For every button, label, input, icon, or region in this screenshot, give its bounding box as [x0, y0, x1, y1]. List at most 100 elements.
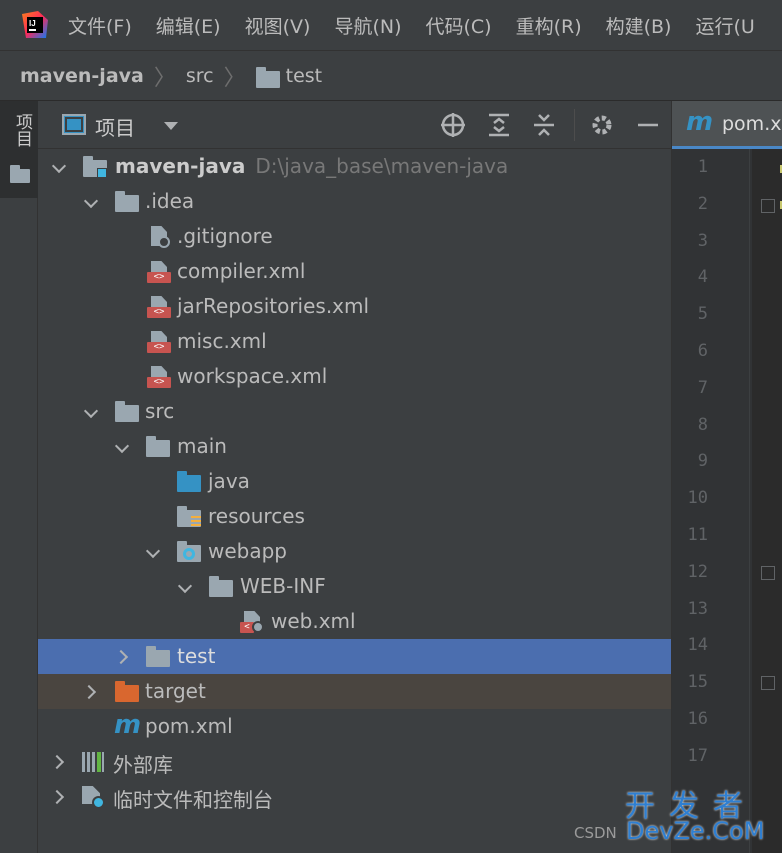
- tree-node-maven-java[interactable]: maven-java D:\java_base\maven-java: [38, 149, 671, 184]
- menu-edit[interactable]: 编辑(E): [156, 12, 221, 39]
- folder-icon: [115, 191, 139, 213]
- tree-node-web-inf[interactable]: WEB-INF: [38, 569, 671, 604]
- folder-icon: [209, 576, 233, 598]
- folder-icon: [146, 646, 170, 668]
- tree-node-src[interactable]: src: [38, 394, 671, 429]
- watermark-en: DevZe.CoM: [626, 817, 765, 845]
- locate-icon[interactable]: [439, 111, 467, 139]
- tree-label-test: test: [177, 644, 216, 668]
- chevron-down-icon[interactable]: [53, 160, 67, 174]
- folder-icon: [255, 67, 280, 88]
- chevron-down-icon[interactable]: [164, 122, 178, 130]
- tree-node-scratches[interactable]: 临时文件和控制台: [38, 779, 671, 814]
- line-number: 8: [697, 414, 708, 435]
- menu-run[interactable]: 运行(U: [695, 12, 754, 39]
- left-tool-stripe: 项目: [0, 101, 38, 853]
- chevron-right-icon[interactable]: [116, 650, 130, 664]
- chevron-down-icon[interactable]: [116, 440, 130, 454]
- project-panel-title[interactable]: 项目: [95, 112, 135, 141]
- chevron-down-icon[interactable]: [179, 580, 193, 594]
- line-number: 5: [697, 304, 708, 325]
- module-folder-icon: [83, 156, 107, 178]
- hide-minus-icon[interactable]: [634, 111, 662, 139]
- tree-node-pom-xml[interactable]: m pom.xml: [38, 709, 671, 744]
- tree-node-target[interactable]: target: [38, 674, 671, 709]
- library-icon: [80, 751, 104, 773]
- tree-node-misc-xml[interactable]: <> misc.xml: [38, 324, 671, 359]
- fold-marker-icon[interactable]: [761, 199, 775, 213]
- gitignore-file-icon: [147, 226, 171, 248]
- fold-marker-icon[interactable]: [761, 676, 775, 690]
- tree-label-main: main: [177, 434, 227, 458]
- tree-label-web-xml: web.xml: [271, 609, 356, 633]
- breadcrumb: maven-java 〉 src 〉 test: [0, 50, 782, 100]
- tree-label-misc-xml: misc.xml: [177, 329, 267, 353]
- line-number: 10: [687, 488, 708, 509]
- tree-node-compiler-xml[interactable]: <> compiler.xml: [38, 254, 671, 289]
- tree-label-src: src: [145, 399, 175, 423]
- tree-node-gitignore[interactable]: .gitignore: [38, 219, 671, 254]
- chevron-down-icon[interactable]: [147, 545, 161, 559]
- expand-all-icon[interactable]: [485, 111, 513, 139]
- folder-icon: [115, 401, 139, 423]
- menu-file[interactable]: 文件(F): [68, 12, 132, 39]
- line-number: 12: [687, 561, 708, 582]
- watermark-csdn: CSDN: [574, 824, 617, 842]
- tree-label-external-libraries: 外部库: [113, 753, 173, 777]
- menu-refactor[interactable]: 重构(R): [516, 12, 582, 39]
- tree-node-main[interactable]: main: [38, 429, 671, 464]
- tree-label-gitignore: .gitignore: [177, 224, 273, 248]
- tree-node-webapp[interactable]: webapp: [38, 534, 671, 569]
- intellij-logo-icon[interactable]: IJ: [20, 10, 50, 40]
- fold-marker-icon[interactable]: [761, 566, 775, 580]
- line-number: 2: [697, 193, 708, 214]
- breadcrumb-src[interactable]: src: [186, 65, 214, 87]
- line-number: 3: [697, 230, 708, 251]
- tree-label-target: target: [145, 679, 206, 703]
- line-number: 6: [697, 341, 708, 361]
- tree-label-webapp: webapp: [208, 539, 288, 563]
- maven-file-icon: m: [114, 710, 142, 740]
- line-number: 7: [697, 377, 708, 398]
- collapse-all-icon[interactable]: [530, 111, 558, 139]
- tree-node-web-xml[interactable]: < web.xml: [38, 604, 671, 639]
- tree-node-idea[interactable]: .idea: [38, 184, 671, 219]
- menu-code[interactable]: 代码(C): [425, 12, 491, 39]
- menu-build[interactable]: 构建(B): [606, 12, 672, 39]
- line-number: 16: [687, 709, 708, 729]
- tree-label-idea: .idea: [145, 189, 195, 213]
- line-number: 4: [697, 267, 708, 288]
- chevron-right-icon[interactable]: [52, 755, 66, 769]
- tree-node-jarrepositories-xml[interactable]: <> jarRepositories.xml: [38, 289, 671, 324]
- tree-node-test[interactable]: test: [38, 639, 671, 674]
- tree-node-java[interactable]: java: [38, 464, 671, 499]
- project-panel: 项目 maven-java D:\java_base\maven-java .i…: [38, 101, 671, 853]
- root-name: maven-java: [115, 154, 246, 178]
- tree-node-resources[interactable]: resources: [38, 499, 671, 534]
- header-divider: [574, 109, 575, 141]
- menu-view[interactable]: 视图(V): [245, 12, 311, 39]
- chevron-right-icon[interactable]: [52, 790, 66, 804]
- chevron-right-icon[interactable]: [84, 685, 98, 699]
- line-number: 9: [697, 451, 708, 472]
- chevron-down-icon[interactable]: [85, 405, 99, 419]
- xml-file-icon: <>: [147, 296, 171, 318]
- menu-navigate[interactable]: 导航(N): [334, 12, 401, 39]
- project-panel-header: 项目: [38, 101, 671, 149]
- chevron-down-icon[interactable]: [85, 195, 99, 209]
- tree-node-workspace-xml[interactable]: <> workspace.xml: [38, 359, 671, 394]
- settings-gear-icon[interactable]: [588, 111, 616, 139]
- folder-icon: [10, 165, 30, 183]
- web-folder-icon: [177, 541, 201, 563]
- breadcrumb-project[interactable]: maven-java: [20, 65, 144, 87]
- editor-tab-pom-xml[interactable]: m pom.x: [672, 101, 782, 149]
- breadcrumb-test[interactable]: test: [286, 65, 323, 87]
- web-xml-file-icon: <: [240, 611, 264, 633]
- line-number: 15: [687, 672, 708, 693]
- tree-label-pom-xml: pom.xml: [145, 714, 233, 738]
- excluded-folder-icon: [115, 681, 139, 703]
- project-tool-tab[interactable]: 项目: [0, 101, 38, 198]
- gutter-divider: [749, 149, 750, 853]
- breadcrumb-separator-icon: 〉: [223, 65, 246, 91]
- tree-node-external-libraries[interactable]: 外部库: [38, 744, 671, 779]
